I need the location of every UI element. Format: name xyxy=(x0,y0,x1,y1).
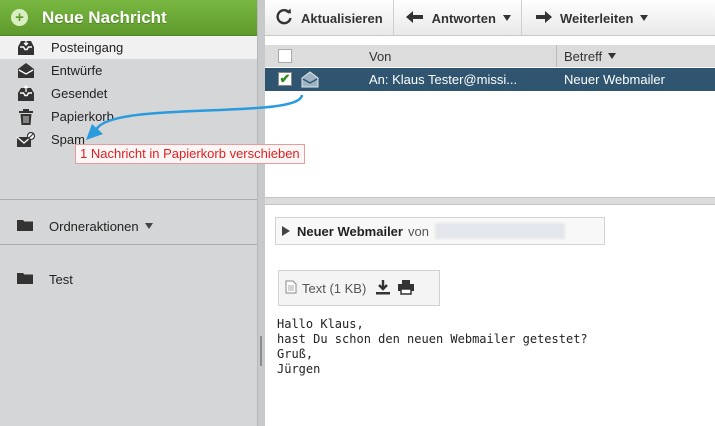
folder-list: Posteingang Entwürfe Gesendet Papierkorb… xyxy=(0,36,257,151)
forward-button[interactable]: Weiterleiten xyxy=(522,0,658,36)
column-subject[interactable]: Betreff xyxy=(564,48,617,64)
body-line: Hallo Klaus, xyxy=(277,317,364,331)
print-icon[interactable] xyxy=(397,279,415,298)
vertical-splitter[interactable] xyxy=(257,0,265,426)
inbox-icon xyxy=(16,39,36,57)
sidebar-item-test[interactable]: Test xyxy=(0,266,257,292)
message-row[interactable]: ✔ An: Klaus Tester@missi... Neuer Webmai… xyxy=(265,68,715,91)
select-all-checkbox[interactable] xyxy=(278,49,292,63)
forward-label: Weiterleiten xyxy=(559,10,634,26)
envelope-open-icon xyxy=(301,71,319,91)
trash-icon xyxy=(16,108,36,126)
document-icon xyxy=(285,280,297,297)
sender-name-blurred xyxy=(434,223,565,239)
refresh-icon xyxy=(275,8,293,29)
chevron-down-icon xyxy=(144,223,153,229)
message-list-header: Von Betreff xyxy=(265,45,715,67)
preview-header[interactable]: Neuer Webmailer von xyxy=(275,217,605,245)
download-icon[interactable] xyxy=(375,279,391,298)
body-line: Gruß, xyxy=(277,347,314,361)
sidebar-item-entwuerfe[interactable]: Entwürfe xyxy=(0,59,257,82)
sidebar-item-label: Test xyxy=(49,271,73,287)
column-from[interactable]: Von xyxy=(369,49,391,64)
body-line: hast Du schon den neuen Webmailer getest… xyxy=(277,332,588,346)
sidebar-item-label: Posteingang xyxy=(51,40,124,55)
sort-down-icon xyxy=(608,53,617,59)
preview-subject: Neuer Webmailer xyxy=(297,223,403,239)
toolbar: Aktualisieren Antworten Weiterleiten xyxy=(265,0,715,36)
refresh-label: Aktualisieren xyxy=(301,10,383,26)
message-from: An: Klaus Tester@missi... xyxy=(369,72,518,87)
new-message-button[interactable]: + Neue Nachricht xyxy=(0,0,257,36)
attachment-label[interactable]: Text (1 KB) xyxy=(302,281,366,296)
preview-from-prefix: von xyxy=(407,223,429,239)
chevron-down-icon[interactable] xyxy=(640,15,649,21)
message-checkbox[interactable]: ✔ xyxy=(278,72,292,86)
attachment-box: Text (1 KB) xyxy=(278,270,440,306)
chevron-down-icon[interactable] xyxy=(502,15,511,21)
folder-icon xyxy=(16,271,34,288)
drag-tooltip: 1 Nachricht in Papierkorb verschieben xyxy=(75,144,305,164)
folder-icon xyxy=(16,218,34,235)
refresh-button[interactable]: Aktualisieren xyxy=(265,0,394,36)
sidebar: + Neue Nachricht Posteingang Entwürfe Ge… xyxy=(0,0,257,426)
message-body: Hallo Klaus, hast Du schon den neuen Web… xyxy=(277,317,588,377)
divider xyxy=(0,199,257,200)
column-subject-label: Betreff xyxy=(564,48,603,64)
folder-actions-menu[interactable]: Ordneraktionen xyxy=(0,213,257,239)
sidebar-item-label: Papierkorb xyxy=(51,109,114,124)
spam-icon xyxy=(16,131,36,149)
splitter-grip[interactable] xyxy=(260,336,262,366)
expand-triangle-icon[interactable] xyxy=(282,226,290,236)
sent-icon xyxy=(16,85,36,103)
body-line: Jürgen xyxy=(277,362,321,376)
horizontal-splitter[interactable] xyxy=(265,197,715,205)
divider xyxy=(0,244,257,245)
sidebar-item-label: Entwürfe xyxy=(51,63,103,78)
forward-arrow-icon xyxy=(535,10,552,26)
sidebar-item-label: Gesendet xyxy=(51,86,108,101)
new-message-label: Neue Nachricht xyxy=(42,7,167,27)
column-separator[interactable] xyxy=(556,45,557,67)
reply-button[interactable]: Antworten xyxy=(394,0,522,36)
plus-icon: + xyxy=(11,9,28,26)
message-subject: Neuer Webmailer xyxy=(564,72,665,87)
sidebar-item-posteingang[interactable]: Posteingang xyxy=(0,36,257,59)
folder-actions-label: Ordneraktionen xyxy=(49,218,139,234)
drafts-icon xyxy=(16,62,36,80)
sidebar-item-gesendet[interactable]: Gesendet xyxy=(0,82,257,105)
sidebar-item-papierkorb[interactable]: Papierkorb xyxy=(0,105,257,128)
reply-label: Antworten xyxy=(431,10,496,26)
main-pane: Aktualisieren Antworten Weiterleiten Von… xyxy=(265,0,715,426)
reply-arrow-icon xyxy=(405,10,424,26)
